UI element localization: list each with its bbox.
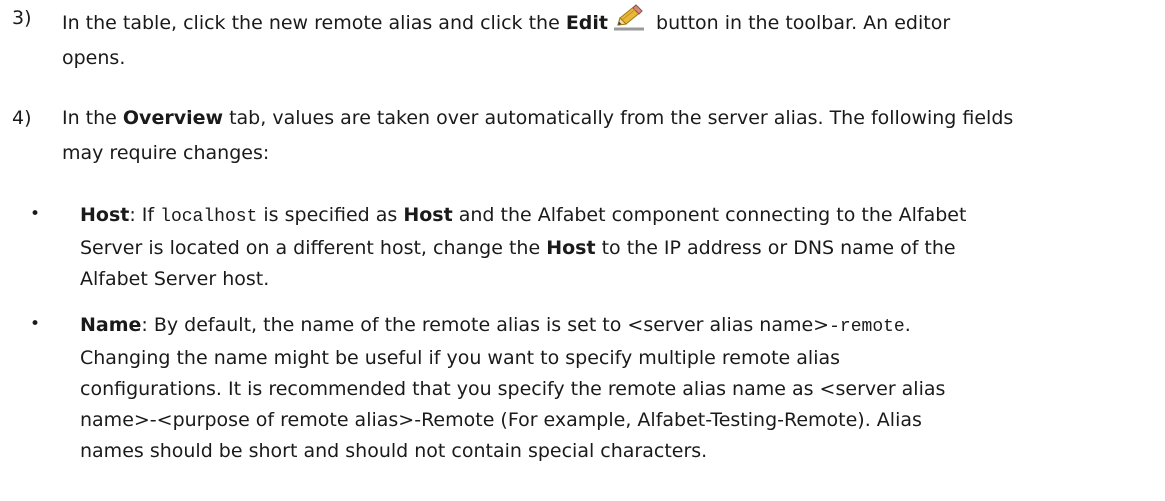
text: and the Alfabet component connecting to … (452, 204, 967, 226)
text: : If (129, 204, 161, 226)
bullet-name-line-4: name>-<purpose of remote alias>-Remote (… (80, 409, 922, 431)
text: In the (62, 107, 123, 129)
name-label: Name (80, 314, 142, 336)
host-label: Host (546, 237, 596, 259)
text: . (904, 314, 911, 336)
host-label: Host (80, 204, 130, 226)
edit-label: Edit (565, 12, 608, 34)
bullet-dot: • (30, 204, 41, 224)
bullet-name-line-1: Name: By default, the name of the remote… (80, 310, 1155, 343)
bullet-host-line-2: Server is located on a different host, c… (80, 233, 1155, 264)
remote-code: -remote (829, 317, 905, 337)
step-number: 4) (12, 107, 32, 129)
text: tab, values are taken over automatically… (223, 107, 1014, 129)
text: In the table, click the new remote alias… (62, 12, 566, 34)
step-3-line-1: In the table, click the new remote alias… (62, 3, 1152, 39)
bullet-host-line-1: Host: If localhost is specified as Host … (80, 200, 1155, 233)
bullet-host-line-3: Alfabet Server host. (80, 268, 270, 290)
text: button in the toolbar. An editor (650, 12, 951, 34)
step-3-line-2: opens. (62, 47, 126, 69)
bullet-name-text: Name: By default, the name of the remote… (80, 310, 1155, 467)
bullet-name-line-2: Changing the name might be useful if you… (80, 347, 841, 369)
step-4-text: In the Overview tab, values are taken ov… (62, 103, 1152, 169)
text: Server is located on a different host, c… (80, 237, 547, 259)
step-4-line-2: may require changes: (62, 142, 270, 164)
overview-label: Overview (122, 107, 224, 129)
host-label: Host (403, 204, 453, 226)
bullet-name-line-3: configurations. It is recommended that y… (80, 378, 946, 400)
text: to the IP address or DNS name of the (595, 237, 956, 259)
step-3-text: In the table, click the new remote alias… (62, 3, 1152, 74)
bullet-dot: • (30, 314, 41, 334)
text: : By default, the name of the remote ali… (141, 314, 830, 336)
localhost-code: localhost (160, 207, 258, 227)
step-number: 3) (12, 7, 32, 29)
pencil-icon (614, 4, 644, 31)
bullet-host-text: Host: If localhost is specified as Host … (80, 200, 1155, 295)
text: is specified as (257, 204, 404, 226)
bullet-name-line-5: names should be short and should not con… (80, 440, 708, 462)
step-4-line-1: In the Overview tab, values are taken ov… (62, 103, 1152, 134)
